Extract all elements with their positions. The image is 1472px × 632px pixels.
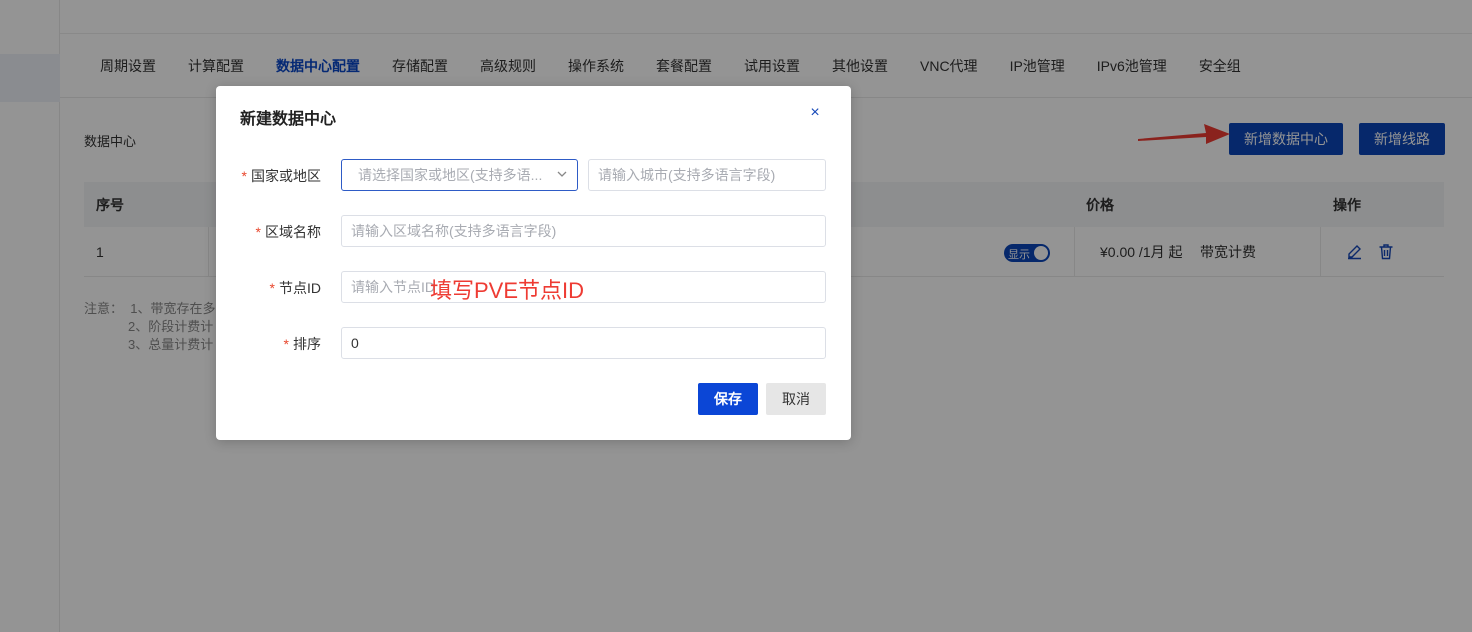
country-select-placeholder: 请选择国家或地区(支持多语...	[358, 167, 543, 183]
sort-label: * 排序	[283, 336, 321, 352]
region-name-input[interactable]	[341, 215, 826, 247]
country-label: * 国家或地区	[241, 168, 321, 184]
new-datacenter-dialog: 新建数据中心 × *国家或地区 请选择国家或地区(支持多语... *区域名称 *…	[216, 86, 851, 440]
cancel-button[interactable]: 取消	[766, 383, 826, 415]
country-select[interactable]: 请选择国家或地区(支持多语...	[341, 159, 578, 191]
city-input[interactable]	[588, 159, 826, 191]
node-id-label: * 节点ID	[269, 280, 321, 296]
region-label: * 区域名称	[255, 224, 321, 240]
sort-input[interactable]	[341, 327, 826, 359]
annotation-text: 填写PVE节点ID	[430, 278, 585, 303]
close-icon[interactable]: ×	[807, 105, 823, 121]
dialog-title: 新建数据中心	[240, 111, 337, 128]
chevron-down-icon	[557, 171, 567, 177]
save-button[interactable]: 保存	[698, 383, 758, 415]
